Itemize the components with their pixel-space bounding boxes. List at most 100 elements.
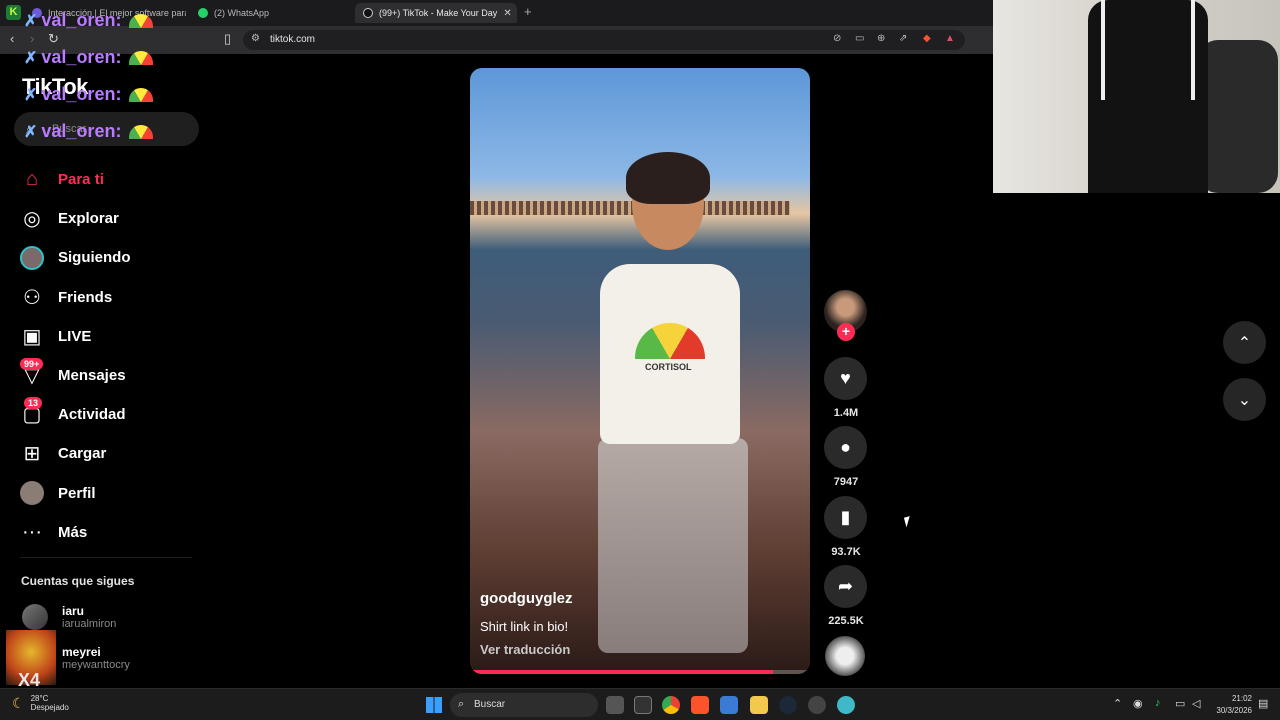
video-username[interactable]: goodguyglez — [480, 590, 573, 607]
moon-icon: ☾ — [12, 694, 25, 711]
compass-icon: ◎ — [23, 208, 41, 231]
mouse-cursor — [903, 514, 919, 528]
more-icon: ··· — [22, 520, 42, 543]
app-k-icon[interactable]: K — [6, 5, 21, 20]
heart-icon[interactable]: ♥ — [824, 357, 867, 400]
search-icon: ⌕ — [458, 698, 465, 710]
task-view-icon[interactable] — [606, 696, 624, 714]
sidebar-item-live[interactable]: ▣ LIVE — [18, 317, 198, 356]
upload-icon: ⊞ — [23, 443, 41, 466]
sidebar-item-actividad[interactable]: ▢ 13 Actividad — [18, 395, 198, 434]
weather-widget[interactable]: ☾ 28°C Despejado — [12, 694, 69, 712]
webcam-overlay — [993, 0, 1280, 193]
video-player[interactable]: CORTISOL goodguyglez Shirt link in bio! … — [470, 68, 810, 674]
chat-overlay-line: ✗ val_oren: — [24, 47, 174, 77]
taskbar-search[interactable]: ⌕ Buscar — [450, 693, 598, 717]
video-pier — [470, 201, 790, 215]
address-bar[interactable]: ⚙ tiktok.com ⊘ ▭ ⊕ ⇗ ◆ ▲ — [243, 30, 965, 50]
no-camera-icon[interactable]: ⊘ — [833, 33, 841, 44]
following-avatar-icon — [18, 244, 46, 272]
steam-icon[interactable] — [779, 696, 797, 714]
sound-disc[interactable] — [825, 636, 865, 676]
zoom-icon[interactable]: ⊕ — [877, 33, 885, 44]
comment-count: 7947 — [833, 476, 859, 488]
whatsapp-icon — [198, 8, 208, 18]
gauge-emote-icon — [129, 88, 154, 103]
sidebar-item-friends[interactable]: ⚇ Friends — [18, 278, 198, 317]
tray-expand-icon[interactable]: ⌃ — [1113, 697, 1122, 710]
network-icon[interactable]: ▭ — [1175, 697, 1185, 710]
sidebar-item-cargar[interactable]: ⊞ Cargar — [18, 434, 198, 473]
chat-overlay-line: ✗ val_oren: — [24, 10, 174, 40]
chat-overlay-line: ✗ val_oren: — [24, 84, 174, 114]
sidebar-item-mas[interactable]: ··· Más — [18, 513, 198, 552]
previous-video-button[interactable]: ⌃ — [1223, 321, 1266, 364]
notification-icon[interactable]: ▤ — [1258, 697, 1268, 710]
new-tab-icon[interactable]: + — [524, 4, 532, 19]
avatar — [22, 604, 48, 630]
cross-icon: ✗ — [24, 50, 38, 67]
profile-avatar-icon — [18, 479, 46, 507]
sidebar-divider — [20, 557, 192, 558]
webcam-chair — [1198, 40, 1278, 193]
chrome-icon[interactable] — [662, 696, 680, 714]
tab-whatsapp[interactable]: (2) WhatsApp — [190, 3, 340, 23]
bookmark-icon[interactable]: ▮ — [824, 496, 867, 539]
sidebar-item-mensajes[interactable]: ▽ 99+ Mensajes — [18, 356, 198, 395]
sidebar-item-perfil[interactable]: Perfil — [18, 474, 198, 513]
sidebar-item-para-ti[interactable]: ⌂ Para ti — [18, 160, 198, 199]
webcam-person — [1088, 0, 1208, 193]
volume-icon[interactable]: ◁ — [1192, 697, 1200, 710]
messages-icon: ▽ 99+ — [18, 357, 46, 390]
chat-overlay-line: ✗ val_oren: — [24, 121, 174, 151]
discord-icon[interactable]: ◉ — [1133, 697, 1143, 710]
system-clock[interactable]: 21:02 30/3/2026 — [1212, 693, 1252, 717]
see-translation-link[interactable]: Ver traducción — [480, 642, 570, 657]
comment-icon[interactable]: ● — [824, 426, 867, 469]
epic-games-icon[interactable] — [634, 696, 652, 714]
gauge-emote-icon — [129, 51, 154, 66]
share-action[interactable]: ➦ 225.5K — [824, 565, 868, 627]
site-info-icon[interactable]: ⚙ — [251, 33, 260, 44]
like-action[interactable]: ♥ 1.4M — [824, 357, 868, 419]
save-action[interactable]: ▮ 93.7K — [824, 496, 868, 558]
save-count: 93.7K — [831, 546, 861, 558]
video-person-hair — [626, 152, 710, 204]
windows-start-icon[interactable] — [426, 697, 442, 713]
back-icon[interactable]: ‹ — [10, 32, 14, 46]
store-icon[interactable] — [720, 696, 738, 714]
rewards-icon[interactable]: ▲ — [945, 33, 955, 44]
cast-icon[interactable]: ▭ — [855, 33, 864, 44]
chevron-down-icon: ⌄ — [1237, 391, 1252, 409]
tiktok-favicon-icon — [363, 8, 373, 18]
following-account[interactable]: meyrei meywanttocry — [22, 645, 130, 671]
sidebar-item-siguiendo[interactable]: Siguiendo — [18, 238, 198, 277]
webcam-stripe — [1101, 0, 1105, 100]
messages-badge: 99+ — [20, 357, 44, 370]
video-progress-bar[interactable] — [470, 670, 810, 674]
brave-shield-icon[interactable]: ◆ — [923, 33, 931, 44]
windows-taskbar: ☾ 28°C Despejado ⌕ Buscar ⌃ ◉ ♪ ▭ ◁ 21:0… — [0, 688, 1280, 720]
sidebar-item-explorar[interactable]: ◎ Explorar — [18, 199, 198, 238]
brave-icon[interactable] — [691, 696, 709, 714]
address-url: tiktok.com — [270, 34, 316, 45]
friends-icon: ⚇ — [23, 286, 41, 309]
share-arrow-icon[interactable]: ➦ — [824, 565, 867, 608]
next-video-button[interactable]: ⌄ — [1223, 378, 1266, 421]
share-icon[interactable]: ⇗ — [899, 33, 907, 44]
follow-plus-icon[interactable]: + — [837, 323, 855, 341]
chevron-up-icon: ⌃ — [1237, 334, 1252, 352]
close-tab-icon[interactable]: ✕ — [503, 8, 511, 19]
cross-icon: ✗ — [24, 124, 38, 141]
file-explorer-icon[interactable] — [750, 696, 768, 714]
like-count: 1.4M — [833, 407, 859, 419]
webcam-stripe — [1191, 0, 1195, 100]
obs-icon[interactable] — [808, 696, 826, 714]
tab-tiktok[interactable]: (99+) TikTok - Make Your Day ✕ — [355, 3, 517, 23]
bookmark-icon[interactable]: ▯ — [224, 32, 231, 46]
microphone-icon[interactable]: ♪ — [1155, 697, 1161, 709]
app-globe-icon[interactable] — [837, 696, 855, 714]
tab-label: (99+) TikTok - Make Your Day — [379, 8, 498, 18]
following-account[interactable]: iaru iarualmiron — [22, 604, 116, 630]
comment-action[interactable]: ● 7947 — [824, 426, 868, 488]
